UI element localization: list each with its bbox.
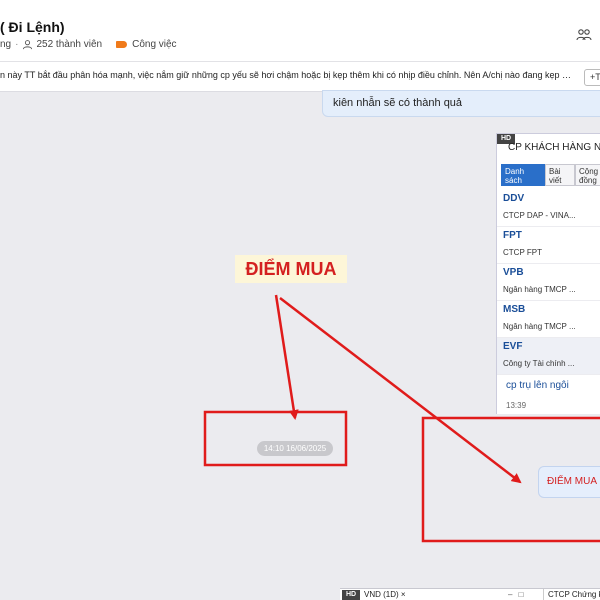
meta-separator: · [15,39,19,50]
annotation-label: ĐIỂM MUA [235,255,347,283]
stock-code: FPT [503,230,522,241]
list-item[interactable]: MSB Ngân hàng TMCP ... [497,301,600,338]
watchlist-tabs: Danh sách Bài viết Cộng đồng [501,164,600,186]
group-title: ( Đi Lệnh) [0,19,65,35]
tab-danh-sach[interactable]: Danh sách [501,164,545,186]
watchlist-footer: cp trụ lên ngôi 13:39 [497,378,600,414]
stock-name: CTCP DAP - VINA... [503,211,576,220]
pinned-message-bar[interactable]: n này TT bắt đầu phân hóa mạnh, việc nắm… [0,62,600,92]
list-item[interactable]: FPT CTCP FPT [497,227,600,264]
watchlist-title: CP KHÁCH HÀNG N [508,142,600,153]
tab-cong-dong[interactable]: Cộng đồng [575,164,600,186]
stock-name: Công ty Tài chính ... [503,359,575,368]
group-meta: ng · 252 thành viên Công việc [0,39,177,50]
message-bubble-top[interactable]: kiên nhẫn sẽ có thành quả [322,90,600,117]
group-icon[interactable] [576,28,592,42]
stock-code: MSB [503,304,526,315]
message-timestamp: 14:10 16/06/2025 [257,441,333,456]
list-item[interactable]: EVF Công ty Tài chính ... [497,338,600,375]
bottom-window-bar: HD VND (1D) × – □ CTCP Chứng kh... [340,588,600,600]
stock-code: VPB [503,267,524,278]
category-label[interactable]: Công việc [132,39,176,50]
reply-message-bubble[interactable]: ĐIỂM MUA I [538,466,600,498]
stock-code: EVF [503,341,523,352]
chart-tab-ctcp[interactable]: CTCP Chứng kh... [543,589,600,600]
footer-time: 13:39 [506,401,527,410]
person-icon [23,40,33,50]
watchlist-list: DDV CTCP DAP - VINA... FPT CTCP FPT VPB … [497,190,600,375]
status-fragment: ng [0,39,12,50]
list-item[interactable]: DDV CTCP DAP - VINA... [497,190,600,227]
hd-badge: HD [342,590,360,600]
highlight-box-left [203,410,348,467]
stock-name: Ngân hàng TMCP ... [503,285,576,294]
stock-name: CTCP FPT [503,248,542,257]
chart-tab-vnd[interactable]: VND (1D) × [364,589,406,600]
tab-bai-viet[interactable]: Bài viết [545,164,575,186]
member-count[interactable]: 252 thành viên [36,39,102,50]
stock-code: DDV [503,193,525,204]
chat-header: ( Đi Lệnh) ng · 252 thành viên Công việc [0,0,600,62]
stock-name: Ngân hàng TMCP ... [503,322,576,331]
stock-watchlist-card[interactable]: HD CP KHÁCH HÀNG N Danh sách Bài viết Cộ… [496,133,600,414]
arrow-to-left-box [274,294,299,420]
window-controls[interactable]: – □ [508,589,526,600]
list-item[interactable]: VPB Ngân hàng TMCP ... [497,264,600,301]
pinned-message-text: n này TT bắt đầu phân hóa mạnh, việc nắm… [0,70,575,80]
tag-icon [116,41,128,48]
pinned-more-button[interactable]: +T [584,69,600,86]
footer-message: cp trụ lên ngôi [506,380,569,391]
